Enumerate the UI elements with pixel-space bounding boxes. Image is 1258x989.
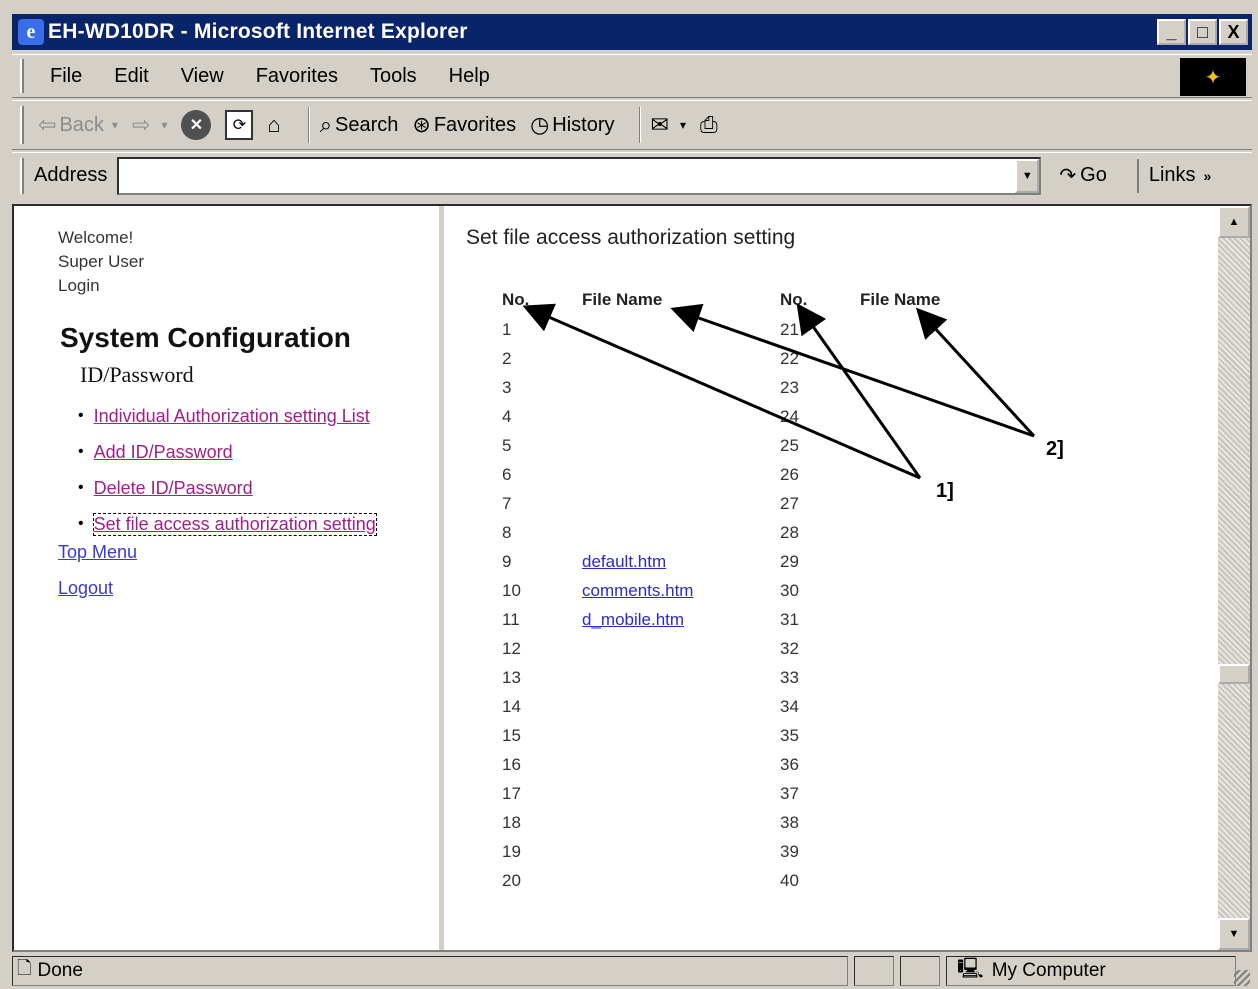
list-item: Delete ID/Password bbox=[78, 470, 376, 506]
status-pane-blank bbox=[854, 956, 894, 986]
links-label: Links bbox=[1148, 164, 1196, 186]
list-item: Individual Authorization setting List bbox=[78, 398, 376, 434]
navigation-frame: Welcome! Super User Login System Configu… bbox=[14, 206, 444, 950]
mail-button[interactable]: ✉ ▾ bbox=[651, 112, 686, 138]
security-zone-pane: 🖳 My Computer bbox=[946, 956, 1236, 986]
callout-label-1: 1] bbox=[936, 480, 954, 502]
forward-dropdown-icon[interactable]: ▾ bbox=[161, 118, 167, 132]
logout-link[interactable]: Logout bbox=[58, 578, 113, 599]
page-icon: 🗋 bbox=[17, 958, 32, 978]
menu-edit[interactable]: Edit bbox=[98, 65, 164, 88]
menu-view[interactable]: View bbox=[165, 65, 240, 88]
toolbar-grip[interactable] bbox=[20, 106, 24, 144]
menu-file[interactable]: File bbox=[34, 65, 98, 88]
list-item: Set file access authorization setting bbox=[78, 506, 377, 542]
vertical-scrollbar[interactable]: ▲ ▼ bbox=[1218, 206, 1250, 950]
status-pane-blank bbox=[900, 956, 940, 986]
menu-grip[interactable] bbox=[20, 59, 24, 93]
resize-grip-icon[interactable] bbox=[1234, 970, 1250, 986]
back-label: Back bbox=[59, 113, 104, 136]
computer-icon: 🖳 bbox=[957, 958, 984, 980]
go-button[interactable]: ↷ Go bbox=[1059, 163, 1106, 188]
login-status: Login bbox=[58, 276, 100, 295]
search-label: Search bbox=[335, 113, 399, 136]
user-name: Super User bbox=[58, 252, 144, 271]
favorites-icon: ⊛ bbox=[412, 112, 431, 137]
home-button[interactable]: ⌂ bbox=[267, 112, 283, 138]
main-frame: Set file access authorization setting No… bbox=[450, 206, 1218, 950]
favorites-label: Favorites bbox=[433, 113, 517, 136]
standard-toolbar: ⇦ Back ▾ ⇨ ▾ ✕ ⟳ ⌂ ⌕ Search ⊛ Favorites … bbox=[12, 100, 1252, 150]
menu-bar: File Edit View Favorites Tools Help ✦ bbox=[12, 54, 1252, 98]
search-button[interactable]: ⌕ Search bbox=[320, 112, 399, 138]
address-grip[interactable] bbox=[20, 157, 24, 194]
address-label: Address bbox=[34, 164, 108, 186]
nav-link-individual-authorization[interactable]: Individual Authorization setting List bbox=[94, 406, 370, 427]
content-area: Welcome! Super User Login System Configu… bbox=[12, 204, 1252, 952]
stop-icon: ✕ bbox=[181, 110, 212, 140]
stop-button[interactable]: ✕ bbox=[181, 110, 212, 140]
home-icon: ⌂ bbox=[267, 112, 281, 137]
back-dropdown-icon[interactable]: ▾ bbox=[112, 118, 118, 132]
zone-label: My Computer bbox=[991, 960, 1106, 981]
go-label: Go bbox=[1080, 164, 1107, 186]
nav-list: Individual Authorization setting List Ad… bbox=[78, 398, 377, 542]
section-title: System Configuration bbox=[60, 322, 351, 353]
minimize-button[interactable]: _ bbox=[1157, 19, 1186, 45]
nav-link-delete-id-password[interactable]: Delete ID/Password bbox=[94, 478, 253, 499]
ie-app-icon[interactable]: e bbox=[18, 19, 44, 45]
nav-link-set-file-access[interactable]: Set file access authorization setting bbox=[92, 512, 377, 536]
favorites-button[interactable]: ⊛ Favorites bbox=[412, 112, 516, 138]
chevron-more-icon[interactable]: » bbox=[1204, 168, 1212, 184]
welcome-text: Welcome! bbox=[58, 228, 134, 247]
window-title: EH-WD10DR - Microsoft Internet Explorer bbox=[48, 20, 468, 43]
scroll-up-icon[interactable]: ▲ bbox=[1218, 206, 1250, 238]
subsection-title: ID/Password bbox=[80, 362, 194, 387]
refresh-button[interactable]: ⟳ bbox=[225, 110, 254, 140]
close-button[interactable]: X bbox=[1219, 19, 1248, 45]
search-icon: ⌕ bbox=[319, 112, 333, 137]
address-dropdown-icon[interactable]: ▼ bbox=[1015, 158, 1040, 193]
status-text: Done bbox=[37, 960, 83, 981]
toolbar-separator bbox=[307, 107, 310, 143]
address-input[interactable] bbox=[117, 156, 1042, 195]
links-toolbar[interactable]: Links » bbox=[1136, 158, 1212, 193]
menu-help[interactable]: Help bbox=[433, 65, 506, 88]
windows-logo-icon: ✦ bbox=[1180, 58, 1246, 96]
history-button[interactable]: ◷ History bbox=[530, 112, 614, 138]
scroll-down-icon[interactable]: ▼ bbox=[1218, 918, 1250, 950]
forward-button[interactable]: ⇨ ▾ bbox=[132, 112, 167, 138]
status-text-pane: 🗋 Done bbox=[12, 956, 848, 986]
callout-label-2: 2] bbox=[1046, 438, 1064, 460]
nav-link-add-id-password[interactable]: Add ID/Password bbox=[94, 442, 233, 463]
maximize-button[interactable]: □ bbox=[1188, 19, 1217, 45]
back-arrow-icon: ⇦ bbox=[38, 112, 57, 137]
menu-tools[interactable]: Tools bbox=[354, 65, 433, 88]
go-arrow-icon: ↷ bbox=[1059, 165, 1077, 187]
address-bar: Address ▼ ↷ Go Links » bbox=[12, 152, 1252, 198]
forward-arrow-icon: ⇨ bbox=[131, 112, 151, 137]
scroll-thumb[interactable] bbox=[1218, 664, 1250, 684]
print-button[interactable]: ⎙ bbox=[700, 112, 721, 138]
menu-favorites[interactable]: Favorites bbox=[240, 65, 354, 88]
callout-arrows bbox=[522, 303, 1036, 480]
mail-dropdown-icon[interactable]: ▾ bbox=[680, 118, 686, 132]
history-icon: ◷ bbox=[530, 112, 550, 137]
mail-icon: ✉ bbox=[650, 112, 669, 137]
refresh-icon: ⟳ bbox=[225, 110, 254, 140]
title-bar: e EH-WD10DR - Microsoft Internet Explore… bbox=[12, 14, 1252, 50]
top-menu-link[interactable]: Top Menu bbox=[58, 542, 137, 563]
status-bar: 🗋 Done 🖳 My Computer bbox=[12, 954, 1252, 988]
callout-2-arrow-file-name bbox=[670, 303, 1035, 438]
history-label: History bbox=[552, 113, 615, 136]
toolbar-separator bbox=[638, 107, 641, 143]
print-icon: ⎙ bbox=[700, 112, 718, 137]
back-button[interactable]: ⇦ Back ▾ bbox=[38, 112, 118, 138]
list-item: Add ID/Password bbox=[78, 434, 376, 470]
